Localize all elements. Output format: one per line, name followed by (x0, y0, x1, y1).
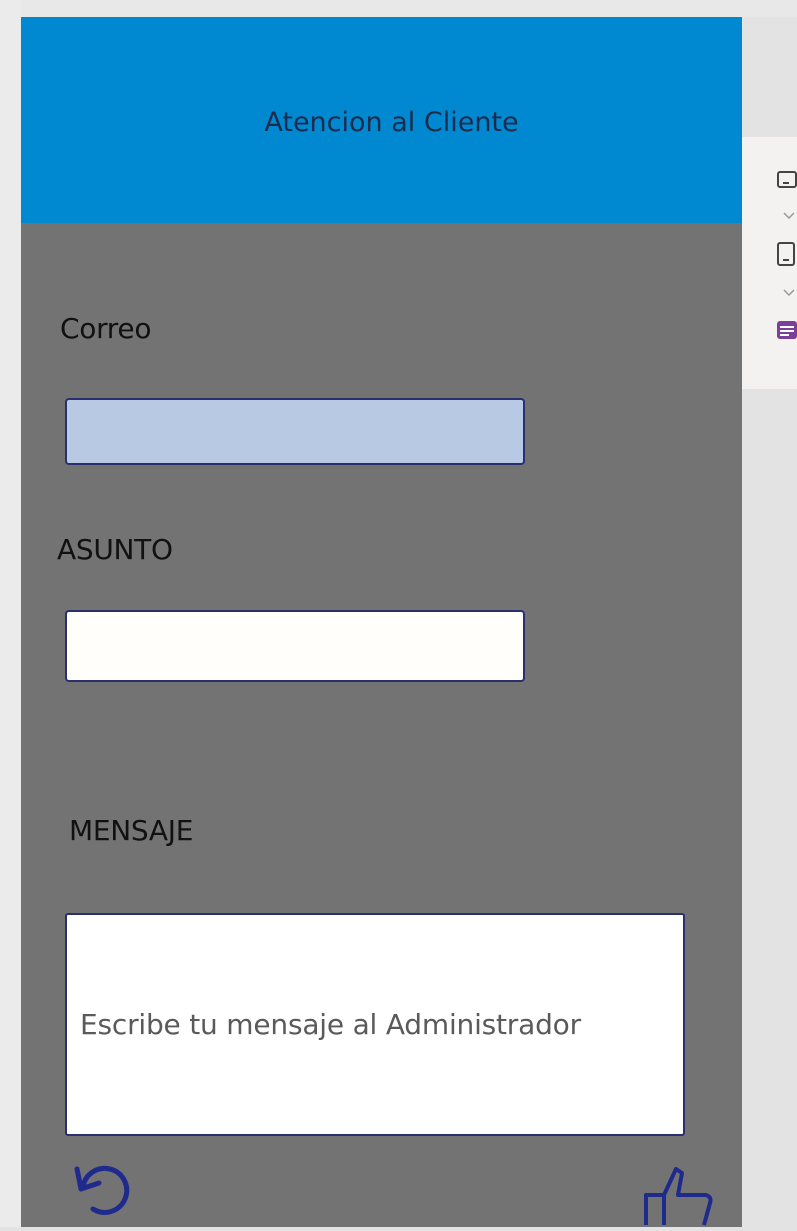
message-textarea[interactable]: Escribe tu mensaje al Administrador (65, 913, 685, 1136)
thumbs-up-icon[interactable] (636, 1147, 718, 1227)
email-field[interactable] (65, 398, 525, 465)
message-label: MENSAJE (69, 814, 194, 847)
chevron-down-icon[interactable] (782, 206, 796, 225)
table-icon[interactable] (776, 320, 797, 344)
app-screen: Atencion al Cliente Correo ASUNTO MENSAJ… (21, 17, 742, 1227)
left-edge (0, 0, 21, 1227)
page-title: Atencion al Cliente (264, 106, 519, 138)
chevron-down-icon[interactable] (782, 283, 796, 302)
undo-icon[interactable] (69, 1157, 135, 1227)
email-label: Correo (60, 312, 152, 345)
subject-field[interactable] (65, 610, 525, 682)
message-placeholder: Escribe tu mensaje al Administrador (80, 1008, 581, 1041)
tree-view-panel (742, 137, 797, 389)
header-bar: Atencion al Cliente (21, 17, 742, 223)
screen-icon[interactable] (776, 241, 797, 271)
screen-icon[interactable] (776, 170, 797, 194)
top-strip (0, 0, 797, 17)
subject-label: ASUNTO (57, 533, 173, 566)
